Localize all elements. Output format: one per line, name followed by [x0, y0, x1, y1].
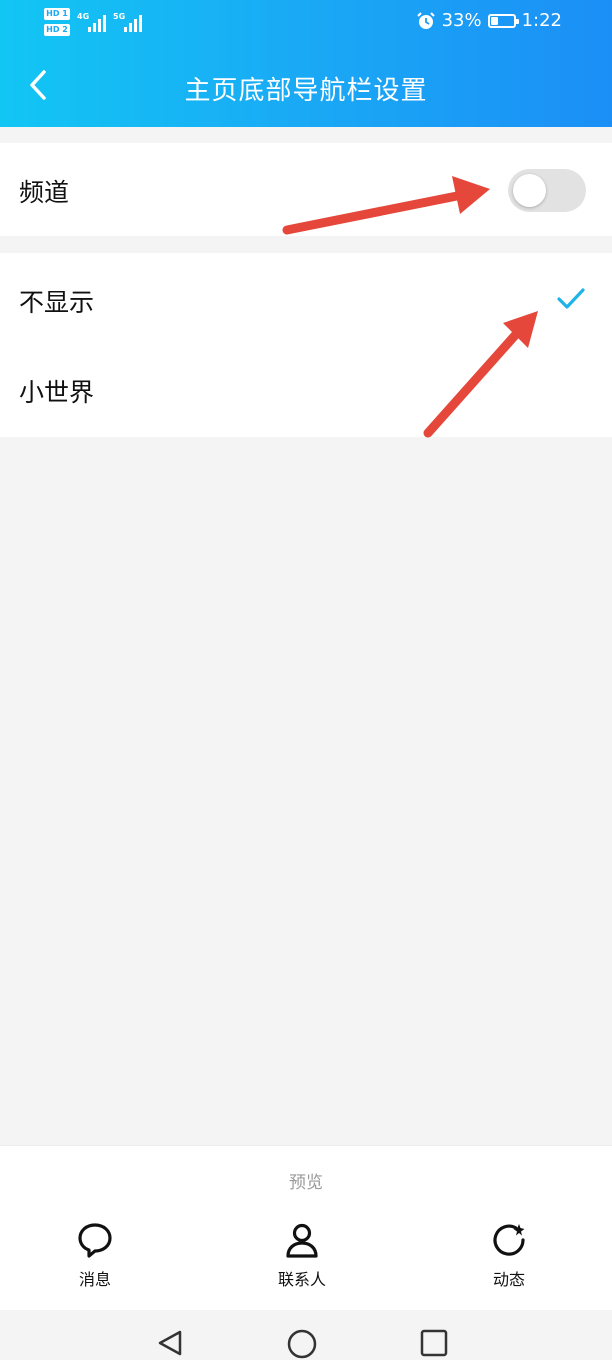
- preview-tab-contacts: 联系人: [242, 1220, 362, 1290]
- home-circle-icon[interactable]: [286, 1328, 318, 1360]
- tab-label: 动态: [492, 1270, 525, 1289]
- tab-label: 消息: [78, 1270, 111, 1289]
- tab-label: 联系人: [277, 1270, 326, 1289]
- back-triangle-icon[interactable]: [155, 1328, 185, 1358]
- system-nav-bar: [0, 1310, 612, 1359]
- preview-tab-messages: 消息: [35, 1220, 155, 1290]
- preview-tab-moments: 动态: [449, 1220, 569, 1290]
- message-bubble-icon: [78, 1223, 112, 1258]
- recents-square-icon[interactable]: [419, 1328, 449, 1358]
- preview-panel: 预览 消息 联系人 动态: [0, 1145, 612, 1311]
- star-refresh-icon: [493, 1224, 525, 1256]
- red-arrow-icon-2: [423, 311, 538, 438]
- red-arrow-icon: [282, 176, 490, 235]
- annotation-arrows: [282, 176, 538, 438]
- contact-person-icon: [286, 1223, 318, 1258]
- preview-title: 预览: [289, 1173, 323, 1193]
